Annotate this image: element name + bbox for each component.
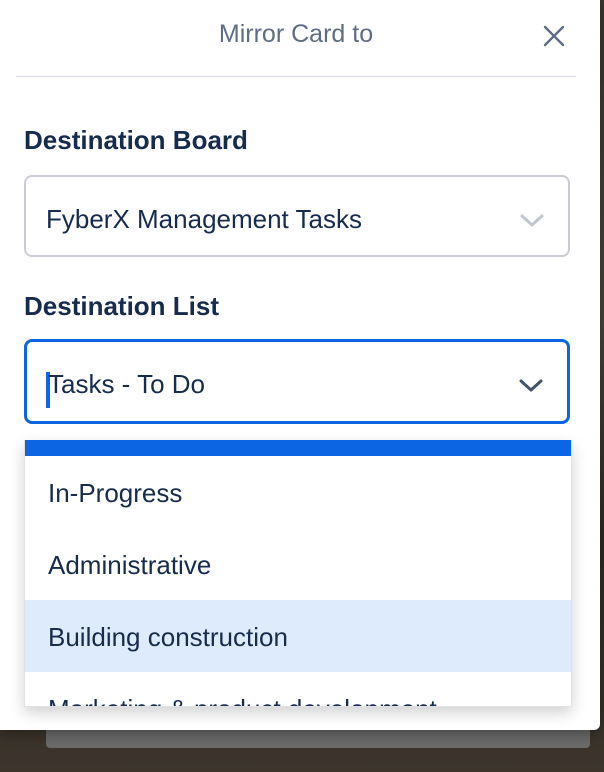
option-label: In-Progress: [48, 478, 183, 508]
chevron-down-icon: [518, 211, 546, 229]
popover-header: Mirror Card to: [16, 0, 576, 77]
close-button[interactable]: [540, 22, 568, 50]
option-administrative[interactable]: Administrative: [25, 528, 571, 600]
popover-title: Mirror Card to: [218, 20, 374, 48]
option-building-construction[interactable]: Building construction: [25, 600, 571, 672]
option-marketing-product-development[interactable]: Marketing & product development: [25, 672, 571, 706]
destination-list-select[interactable]: Tasks - To Do: [24, 339, 570, 424]
destination-list-value: Tasks - To Do: [48, 369, 206, 399]
destination-board-select[interactable]: FyberX Management Tasks: [24, 175, 570, 257]
destination-board-value: FyberX Management Tasks: [46, 204, 362, 234]
option-label: Marketing & product development: [48, 694, 437, 706]
option-in-progress[interactable]: In-Progress: [25, 456, 571, 528]
destination-list-dropdown[interactable]: In-Progress Administrative Building cons…: [24, 440, 572, 707]
chevron-down-icon: [517, 376, 545, 394]
option-label: Building construction: [48, 622, 288, 652]
destination-list-label: Destination List: [24, 291, 220, 321]
selected-option-bar[interactable]: [25, 440, 571, 456]
option-label: Administrative: [48, 550, 212, 580]
destination-board-label: Destination Board: [24, 125, 248, 155]
close-icon: [543, 25, 565, 47]
mirror-card-popover: Mirror Card to Destination Board FyberX …: [0, 0, 600, 730]
